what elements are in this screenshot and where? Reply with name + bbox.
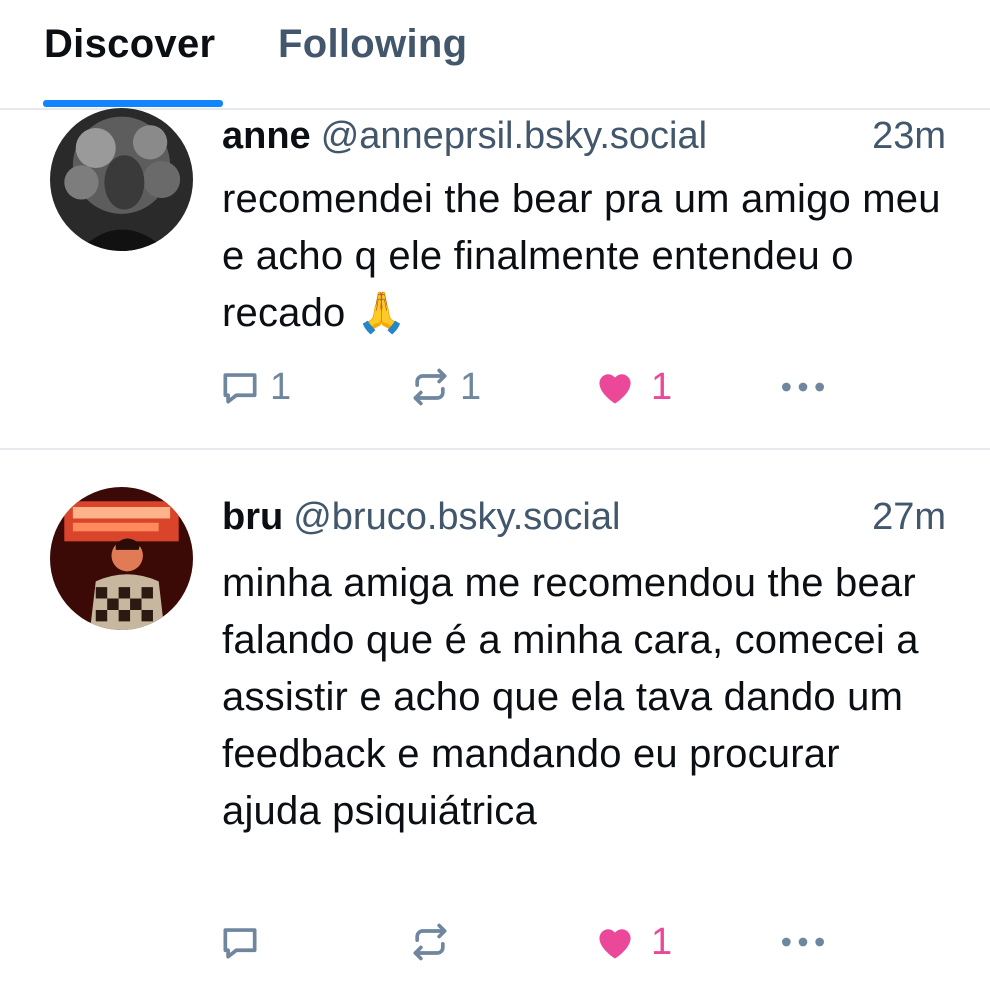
reply-icon (223, 373, 257, 404)
reply-button[interactable] (218, 917, 270, 967)
more-options-button[interactable] (778, 362, 828, 412)
avatar[interactable] (50, 108, 193, 251)
reply-count: 1 (270, 365, 292, 408)
repost-icon (413, 368, 447, 406)
author-display-name[interactable]: bru (222, 496, 283, 538)
repost-icon (413, 923, 447, 961)
repost-button[interactable]: 1 (408, 362, 481, 412)
feed-tab-bar: Discover Following (0, 0, 990, 110)
post-text: minha amiga me recomendou the bear falan… (222, 561, 919, 833)
avatar[interactable] (50, 487, 193, 630)
more-dots-icon (782, 382, 824, 392)
heart-filled-icon (599, 929, 631, 959)
post-text: recomendei the bear pra um amigo meu e a… (222, 177, 941, 335)
author-handle[interactable]: @anneprsil.bsky.social (321, 115, 707, 157)
post-timestamp[interactable]: 23m (872, 115, 946, 158)
active-tab-indicator (43, 100, 223, 107)
reply-icon (223, 928, 257, 959)
post-header: anne @anneprsil.bsky.social 23m (222, 115, 946, 165)
feed-post[interactable]: anne @anneprsil.bsky.social 23m recomende… (0, 108, 990, 450)
heart-filled-icon (599, 374, 631, 404)
like-count: 1 (651, 920, 673, 963)
more-options-button[interactable] (778, 917, 828, 967)
avatar-image (50, 108, 193, 251)
post-actions: 1 1 1 (218, 362, 838, 412)
post-header: bru @bruco.bsky.social 27m (222, 496, 946, 546)
author-display-name[interactable]: anne (222, 115, 311, 157)
like-button[interactable]: 1 (593, 362, 672, 412)
tab-following[interactable]: Following (278, 22, 467, 72)
feed-post[interactable]: bru @bruco.bsky.social 27m minha amiga me… (0, 452, 990, 1000)
reply-button[interactable]: 1 (218, 362, 291, 412)
like-count: 1 (651, 365, 673, 408)
author-handle[interactable]: @bruco.bsky.social (293, 496, 620, 538)
post-actions: 1 (218, 917, 838, 967)
post-timestamp[interactable]: 27m (872, 496, 946, 539)
like-button[interactable]: 1 (593, 917, 672, 967)
avatar-image (50, 487, 193, 630)
more-dots-icon (782, 937, 824, 947)
repost-count: 1 (460, 365, 482, 408)
repost-button[interactable] (408, 917, 460, 967)
tab-discover[interactable]: Discover (44, 22, 215, 72)
